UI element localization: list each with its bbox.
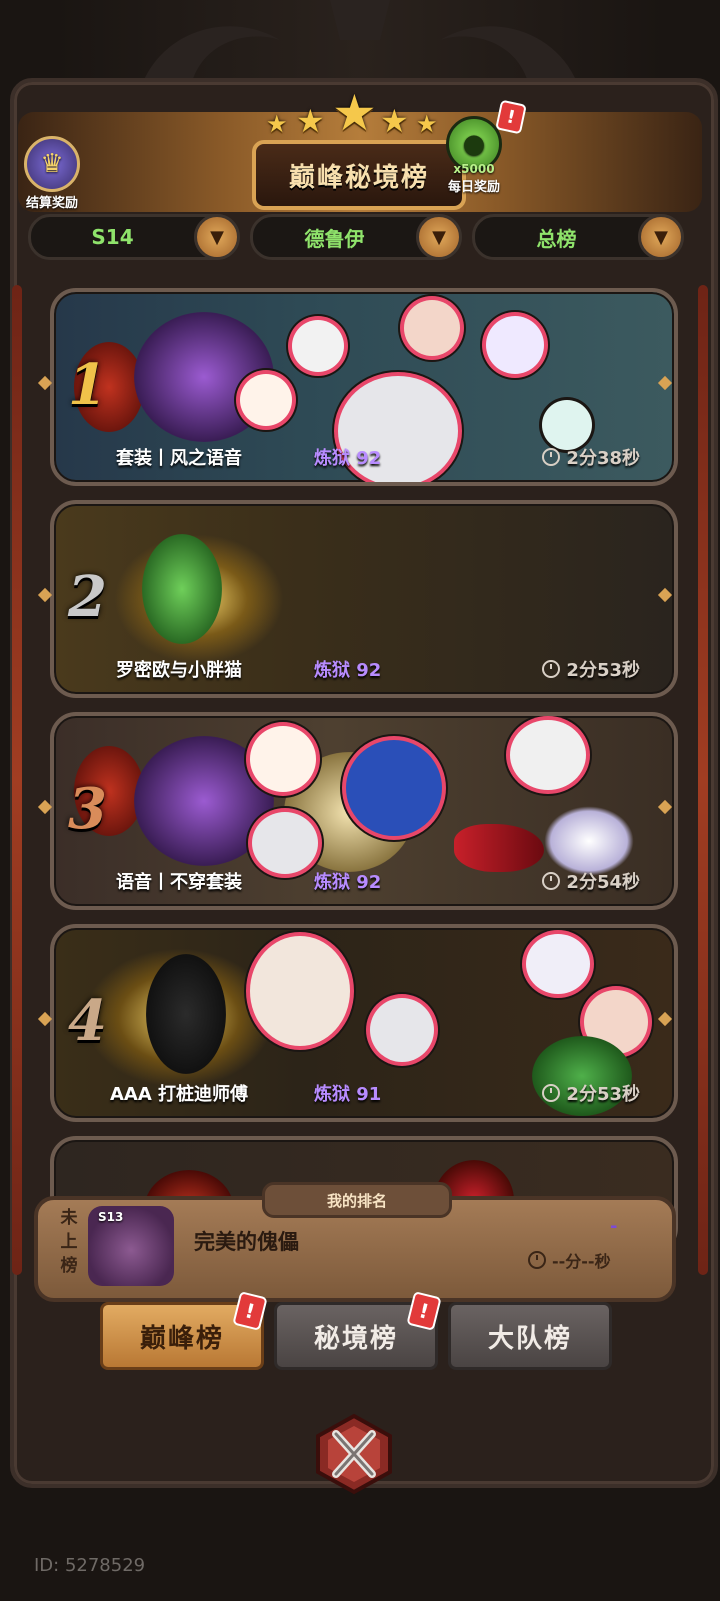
clock-icon [542, 1084, 561, 1102]
my-difficulty-level: - [610, 1216, 618, 1237]
rank-card-3[interactable]: 3 语音丨不穿套装 炼狱 92 2分54秒 [50, 712, 678, 910]
pet-icon [526, 934, 590, 994]
clear-time: 2分53秒 [542, 1080, 640, 1106]
red-wing-icon [454, 824, 544, 872]
clear-time: 2分54秒 [542, 868, 640, 894]
rank-card-1[interactable]: 1 套装丨风之语音 炼狱 92 2分38秒 [50, 288, 678, 486]
dropdown-arrow-icon: ▼ [416, 214, 462, 260]
clear-time: 2分38秒 [542, 444, 640, 470]
clock-icon [542, 872, 561, 890]
player-avatar [142, 534, 222, 644]
my-player-name: 完美的傀儡 [194, 1230, 299, 1254]
pet-icon [404, 300, 460, 356]
difficulty-level: 炼狱 92 [314, 872, 382, 893]
pet-icon [542, 400, 592, 450]
clock-icon [542, 448, 561, 466]
star-icon: ★ [296, 102, 325, 140]
clear-time-value: 2分53秒 [566, 1084, 640, 1105]
close-button[interactable] [312, 1412, 396, 1496]
white-wing-icon [544, 806, 634, 876]
left-rail [12, 285, 22, 1275]
right-rail [698, 285, 708, 1275]
class-filter[interactable]: 德鲁伊 ▼ [250, 214, 462, 260]
rank-card-4[interactable]: 4 AAA 打桩迪师傅 炼狱 91 2分53秒 [50, 924, 678, 1122]
star-icon: ★ [332, 84, 377, 142]
player-name: 罗密欧与小胖猫 [116, 660, 242, 681]
pet-icon [292, 320, 344, 372]
clear-time-value: 2分54秒 [566, 872, 640, 893]
close-icon [316, 1413, 392, 1495]
season-filter[interactable]: S14 ▼ [28, 214, 240, 260]
player-id: ID: 5278529 [34, 1555, 146, 1576]
clear-time-value: 2分38秒 [566, 448, 640, 469]
rating-stars: ★ ★ ★ ★ ★ [264, 84, 444, 142]
rank-number: 3 [68, 776, 107, 842]
clear-time: 2分53秒 [542, 656, 640, 682]
page-title: 巅峰秘境榜 [252, 140, 466, 210]
player-name: 套装丨风之语音 [116, 448, 242, 469]
player-name: AAA 打桩迪师傅 [109, 1084, 249, 1105]
player-name: 语音丨不穿套装 [116, 872, 242, 893]
class-filter-label: 德鲁伊 [304, 226, 365, 251]
rank-number: 2 [68, 564, 107, 630]
daily-reward-label: 每日奖励 [447, 180, 500, 195]
dropdown-arrow-icon: ▼ [638, 214, 684, 260]
pet-icon [370, 998, 434, 1062]
clear-time-value: 2分53秒 [566, 660, 640, 681]
season-filter-label: S14 [91, 225, 134, 249]
rank-number: 1 [68, 352, 107, 418]
daily-reward-count: x5000 [453, 162, 495, 176]
settlement-reward-button[interactable]: ♛ 结算奖励 [24, 136, 80, 211]
difficulty-level: 炼狱 92 [314, 448, 382, 469]
pet-icon [252, 812, 318, 874]
dropdown-arrow-icon: ▼ [194, 214, 240, 260]
hero-portrait [250, 936, 350, 1046]
season-tag: S13 [98, 1210, 124, 1224]
settlement-reward-label: 结算奖励 [25, 196, 78, 211]
star-icon: ★ [380, 102, 409, 140]
pet-icon [240, 374, 292, 426]
my-rank-tab: 我的排名 [262, 1182, 452, 1218]
my-clear-time: --分--秒 [528, 1248, 611, 1272]
crown-trophy-icon: ♛ [24, 136, 80, 192]
board-filter-label: 总榜 [536, 226, 577, 251]
star-icon: ★ [266, 110, 288, 138]
daily-reward-button[interactable]: ● x5000 每日奖励 [446, 116, 502, 195]
pet-icon [486, 316, 544, 374]
rank-number: 4 [68, 988, 107, 1054]
player-avatar [146, 954, 226, 1074]
board-filter[interactable]: 总榜 ▼ [472, 214, 684, 260]
star-icon: ★ [416, 110, 438, 138]
difficulty-level: 炼狱 91 [314, 1084, 382, 1105]
clock-icon [542, 660, 561, 678]
unranked-status: 未上榜 [60, 1208, 78, 1276]
rank-card-2[interactable]: 2 罗密欧与小胖猫 炼狱 92 2分53秒 [50, 500, 678, 698]
clock-icon [528, 1251, 546, 1269]
my-clear-time-value: --分--秒 [552, 1252, 611, 1271]
pet-icon [510, 720, 586, 790]
tab-team-board[interactable]: 大队榜 [448, 1302, 612, 1370]
pet-icon [250, 726, 316, 792]
penguin-pet-icon [346, 740, 442, 836]
difficulty-level: 炼狱 92 [314, 660, 382, 681]
top-ornament [140, 0, 580, 90]
